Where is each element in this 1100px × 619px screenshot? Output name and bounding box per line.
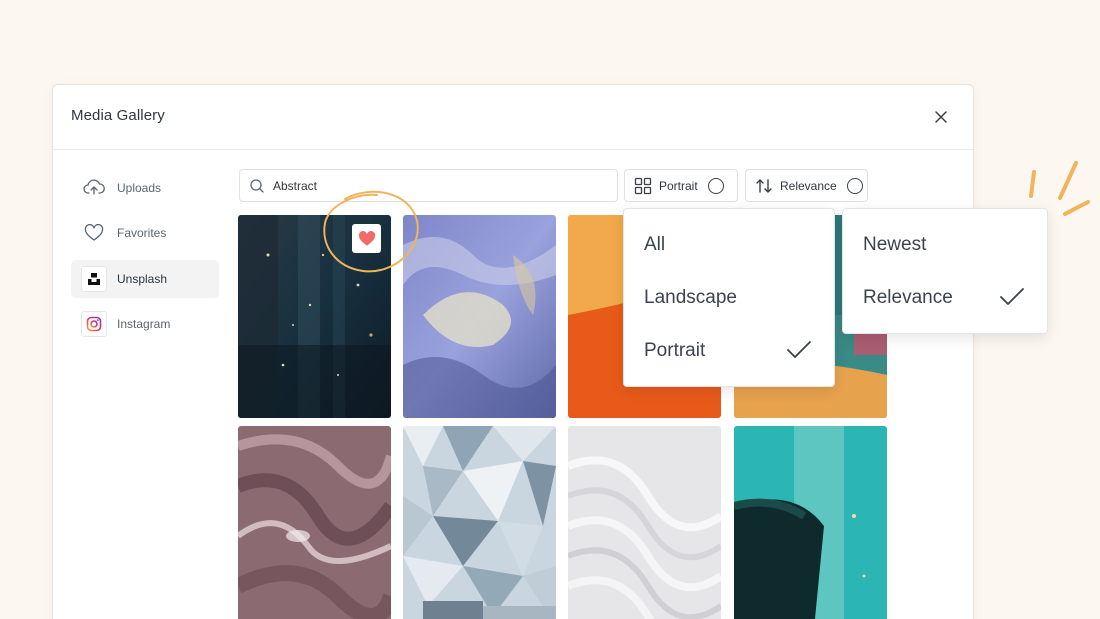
sort-dropdown: Newest Relevance: [842, 208, 1048, 334]
sort-filter-label: Relevance: [780, 178, 837, 193]
option-label: Portrait: [644, 340, 706, 361]
checkmark-icon: [1000, 288, 1024, 305]
radio-circle-icon: [707, 177, 724, 194]
option-label: All: [644, 234, 666, 255]
mauve-marble-image: [238, 426, 391, 619]
annotation-circle-icon: [323, 190, 419, 273]
sidebar-item-label: Favorites: [117, 226, 167, 240]
search-icon: [250, 178, 264, 193]
orientation-option-landscape[interactable]: Landscape: [624, 272, 834, 324]
orientation-option-all[interactable]: All: [624, 219, 834, 271]
orientation-filter-button[interactable]: Portrait: [624, 169, 738, 202]
gallery-image-geometric-glass-facade[interactable]: [403, 426, 556, 619]
cloud-upload-icon: [81, 175, 107, 201]
orientation-option-portrait[interactable]: Portrait: [624, 325, 834, 377]
gallery-image-white-waves[interactable]: [568, 426, 721, 619]
option-label: Relevance: [863, 287, 953, 308]
sort-filter-button[interactable]: Relevance: [745, 169, 868, 202]
sidebar-item-label: Unsplash: [117, 272, 168, 286]
media-gallery-dialog: Media Gallery Uploads Favorites Unsplash…: [52, 84, 974, 619]
sidebar-item-label: Uploads: [117, 181, 162, 195]
sidebar-item-favorites[interactable]: Favorites: [71, 214, 219, 252]
geometric-glass-image: [403, 426, 556, 619]
sidebar-item-label: Instagram: [117, 317, 171, 331]
instagram-logo-icon: [81, 311, 107, 337]
checkmark-icon: [787, 341, 811, 358]
dialog-header: Media Gallery: [53, 85, 973, 150]
white-waves-image: [568, 426, 721, 619]
unsplash-logo-icon: [81, 266, 107, 292]
purple-foil-image: [403, 215, 556, 418]
sort-option-relevance[interactable]: Relevance: [843, 272, 1047, 324]
orientation-dropdown: All Landscape Portrait: [623, 208, 835, 387]
close-icon: [935, 111, 947, 123]
sidebar-item-uploads[interactable]: Uploads: [71, 169, 219, 207]
sidebar-item-unsplash[interactable]: Unsplash: [71, 260, 219, 298]
gallery-image-teal-black-paint[interactable]: [734, 426, 887, 619]
sort-option-newest[interactable]: Newest: [843, 219, 1047, 271]
option-label: Landscape: [644, 287, 737, 308]
close-button[interactable]: [931, 107, 951, 127]
heart-outline-icon: [81, 220, 107, 246]
teal-black-paint-image: [734, 426, 887, 619]
sort-arrows-icon: [756, 178, 772, 193]
dialog-title: Media Gallery: [71, 107, 165, 124]
gallery-image-purple-crumpled-foil[interactable]: [403, 215, 556, 418]
gallery-image-mauve-marble-swirl[interactable]: [238, 426, 391, 619]
radio-circle-icon: [846, 177, 863, 194]
grid-icon: [634, 177, 652, 194]
option-label: Newest: [863, 234, 927, 255]
sidebar-item-instagram[interactable]: Instagram: [71, 305, 219, 343]
orientation-filter-label: Portrait: [659, 178, 698, 193]
search-box: [239, 169, 618, 202]
